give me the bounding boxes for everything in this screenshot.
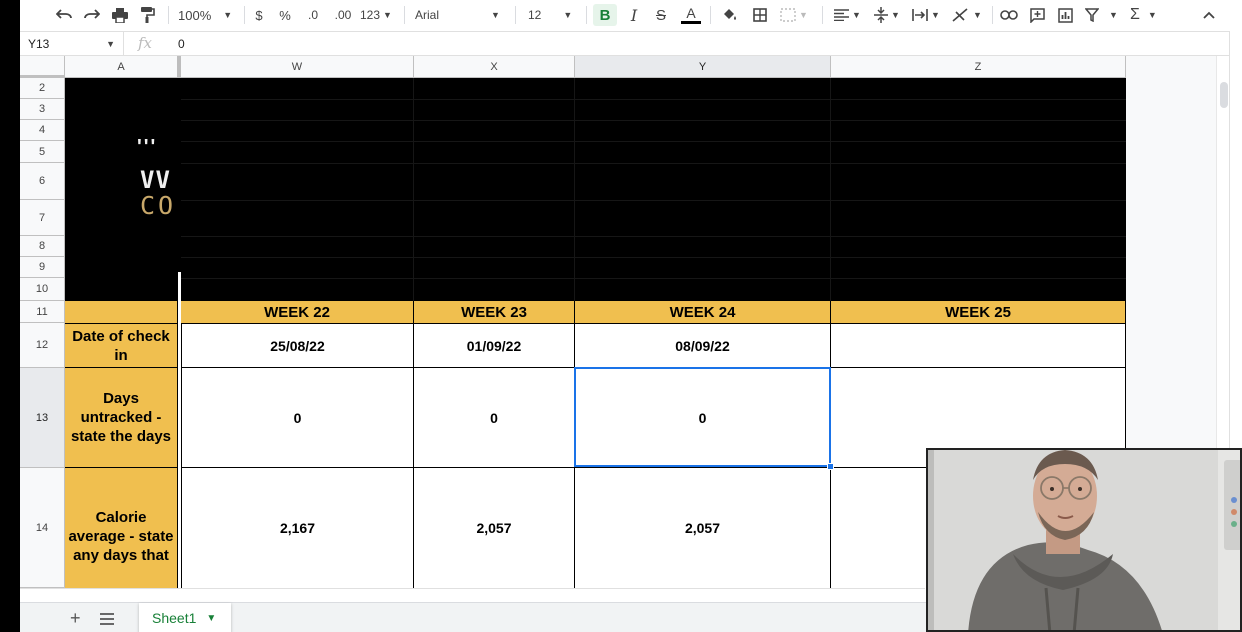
column-header-z[interactable]: Z	[831, 56, 1126, 78]
decrease-decimal-button[interactable]: .0	[305, 4, 321, 26]
sheet-tab-label: Sheet1	[152, 610, 197, 626]
functions-button[interactable]: Σ ▼	[1130, 4, 1162, 26]
untracked-cell-selected[interactable]: 0	[575, 368, 831, 468]
paint-format-icon[interactable]	[138, 4, 158, 26]
header-banner-image	[65, 78, 1126, 301]
insert-comment-icon[interactable]	[1027, 4, 1047, 26]
brand-logo-line2: VV	[140, 166, 171, 192]
undo-icon[interactable]	[54, 4, 74, 26]
all-sheets-icon[interactable]	[100, 612, 114, 625]
row-header-13[interactable]: 13	[20, 368, 65, 468]
vertical-scroll-thumb[interactable]	[1220, 82, 1228, 108]
select-all-corner[interactable]	[20, 56, 65, 78]
formula-bar: Y13 ▼ fx 0	[20, 31, 1230, 56]
horizontal-align-icon[interactable]: ▼	[834, 4, 864, 26]
week-header-cell[interactable]: WEEK 23	[414, 301, 575, 324]
calorie-cell[interactable]: 2,167	[181, 468, 414, 588]
italic-button[interactable]: I	[625, 4, 643, 26]
text-color-label: A	[686, 5, 696, 21]
brand-logo-line1: '''	[137, 136, 158, 152]
date-cell[interactable]: 25/08/22	[181, 324, 414, 368]
merge-cells-icon[interactable]: ▼	[780, 4, 814, 26]
fill-color-icon[interactable]	[720, 4, 740, 26]
currency-button[interactable]: $	[252, 4, 266, 26]
font-size-value: 12	[528, 8, 542, 22]
formula-input[interactable]: 0	[178, 37, 185, 51]
name-box-value: Y13	[28, 37, 50, 51]
row-header-3[interactable]: 3	[20, 99, 65, 120]
borders-icon[interactable]	[750, 4, 770, 26]
column-header-x[interactable]: X	[414, 56, 575, 78]
print-icon[interactable]	[110, 4, 130, 26]
font-family-value: Arial	[415, 8, 440, 22]
row-header-6[interactable]: 6	[20, 163, 65, 200]
row-header-10[interactable]: 10	[20, 278, 65, 301]
sheet-tab-sheet1[interactable]: Sheet1 ▼	[139, 603, 231, 632]
row-label-calorie-average[interactable]: Calorie average - state any days that	[65, 468, 178, 588]
row-label-days-untracked[interactable]: Days untracked - state the days	[65, 368, 178, 468]
fx-icon: fx	[138, 34, 153, 52]
calorie-cell[interactable]: 2,057	[414, 468, 575, 588]
filter-icon[interactable]: ▼	[1085, 4, 1119, 26]
row-header-12[interactable]: 12	[20, 323, 65, 368]
horizontal-scrollbar[interactable]	[20, 588, 925, 602]
row-label-date-of-check-in[interactable]: Date of check in	[65, 324, 178, 368]
row-header-9[interactable]: 9	[20, 257, 65, 278]
brand-logo-line3: CO	[140, 191, 177, 220]
untracked-cell[interactable]: 0	[181, 368, 414, 468]
week-header-cell[interactable]: WEEK 22	[181, 301, 414, 324]
column-header-a[interactable]: A	[65, 56, 178, 78]
insert-chart-icon[interactable]	[1055, 4, 1075, 26]
row-header-11[interactable]: 11	[20, 301, 65, 323]
zoom-value: 100%	[178, 7, 212, 23]
font-size-select[interactable]: 12 ▼	[528, 4, 580, 26]
column-header-y[interactable]: Y	[575, 56, 831, 78]
left-black-edge	[0, 0, 20, 632]
row-header-7[interactable]: 7	[20, 200, 65, 236]
functions-label: Σ	[1130, 6, 1140, 23]
presenter-video-image	[928, 450, 1240, 630]
more-formats-label: 123	[360, 8, 381, 22]
date-cell[interactable]	[831, 324, 1126, 368]
fill-handle[interactable]	[827, 463, 834, 470]
row-header-14[interactable]: 14	[20, 468, 65, 588]
font-family-select[interactable]: Arial ▼	[415, 4, 507, 26]
insert-link-icon[interactable]	[998, 4, 1020, 26]
more-formats-button[interactable]: 123 ▼	[360, 4, 394, 26]
percent-button[interactable]: %	[278, 4, 292, 26]
strikethrough-button[interactable]: S	[652, 4, 670, 26]
zoom-select[interactable]: 100% ▼	[178, 4, 234, 26]
text-rotation-icon[interactable]: ▼	[952, 4, 984, 26]
increase-decimal-button[interactable]: .00	[332, 4, 354, 26]
side-panel-edge	[1229, 31, 1242, 451]
collapse-toolbar-icon[interactable]	[1199, 4, 1219, 26]
text-wrapping-icon[interactable]: ▼	[912, 4, 944, 26]
freeze-divider	[178, 272, 181, 302]
name-box[interactable]: Y13 ▼	[20, 32, 124, 55]
date-cell[interactable]: 08/09/22	[575, 324, 831, 368]
bold-button[interactable]: B	[593, 4, 617, 26]
week-header-cell[interactable]: WEEK 25	[831, 301, 1126, 324]
text-color-button[interactable]: A	[680, 4, 702, 26]
calorie-cell[interactable]: 2,057	[575, 468, 831, 588]
untracked-cell[interactable]: 0	[414, 368, 575, 468]
redo-icon[interactable]	[82, 4, 102, 26]
webcam-video-overlay	[926, 448, 1242, 632]
add-sheet-button[interactable]: +	[70, 609, 81, 627]
row-header-8[interactable]: 8	[20, 236, 65, 257]
row-header-4[interactable]: 4	[20, 120, 65, 141]
cell-a11[interactable]	[65, 301, 178, 324]
text-color-swatch	[681, 21, 701, 24]
row-header-2[interactable]: 2	[20, 78, 65, 99]
column-header-w[interactable]: W	[181, 56, 414, 78]
vertical-align-icon[interactable]: ▼	[874, 4, 904, 26]
spreadsheet-app: 100% ▼ $ % .0 .00 123 ▼ Arial ▼ 12 ▼ B I S A…	[0, 0, 1242, 632]
row-header-5[interactable]: 5	[20, 141, 65, 163]
date-cell[interactable]: 01/09/22	[414, 324, 575, 368]
week-header-cell[interactable]: WEEK 24	[575, 301, 831, 324]
